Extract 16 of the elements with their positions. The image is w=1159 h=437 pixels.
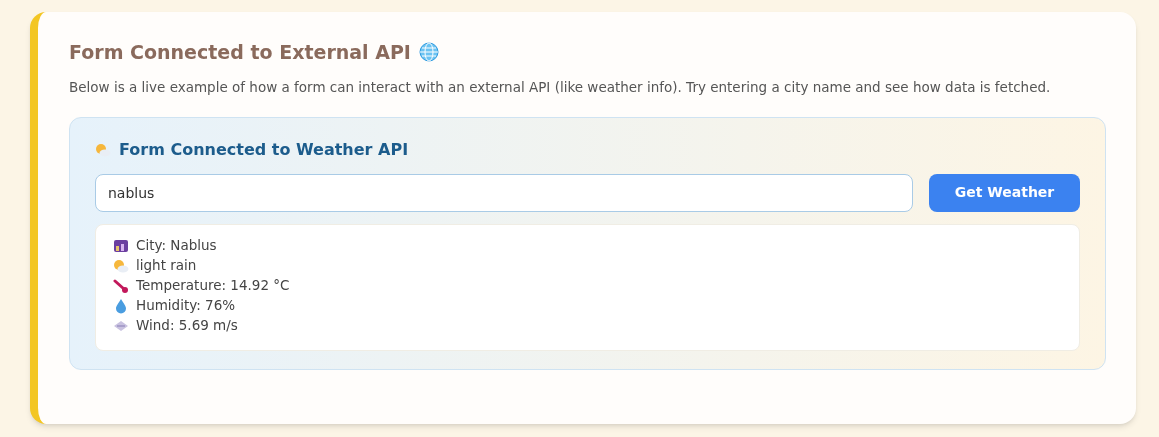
get-weather-button[interactable]: Get Weather bbox=[929, 173, 1080, 212]
result-line: Wind: 5.69 m/s bbox=[136, 316, 238, 336]
droplet-icon bbox=[113, 297, 129, 314]
result-line: City: Nablus bbox=[136, 236, 217, 256]
sun-cloud-icon bbox=[113, 257, 129, 274]
result-line: Temperature: 14.92 °C bbox=[136, 276, 290, 296]
city-icon bbox=[113, 237, 129, 254]
panel-heading: Form Connected to Weather API bbox=[119, 138, 409, 161]
sun-cloud-icon bbox=[95, 141, 111, 158]
card-title: Form Connected to External API bbox=[69, 40, 411, 65]
card-description: Below is a live example of how a form can interact with an external API (like weather info). Try entering a city name and see how data is fetched. bbox=[69, 77, 1052, 97]
thermometer-icon bbox=[113, 277, 129, 294]
result-line: Humidity: 76% bbox=[136, 296, 236, 316]
result-line: light rain bbox=[136, 256, 197, 276]
city-input[interactable]: nablus bbox=[95, 173, 913, 212]
globe-icon bbox=[418, 42, 439, 63]
